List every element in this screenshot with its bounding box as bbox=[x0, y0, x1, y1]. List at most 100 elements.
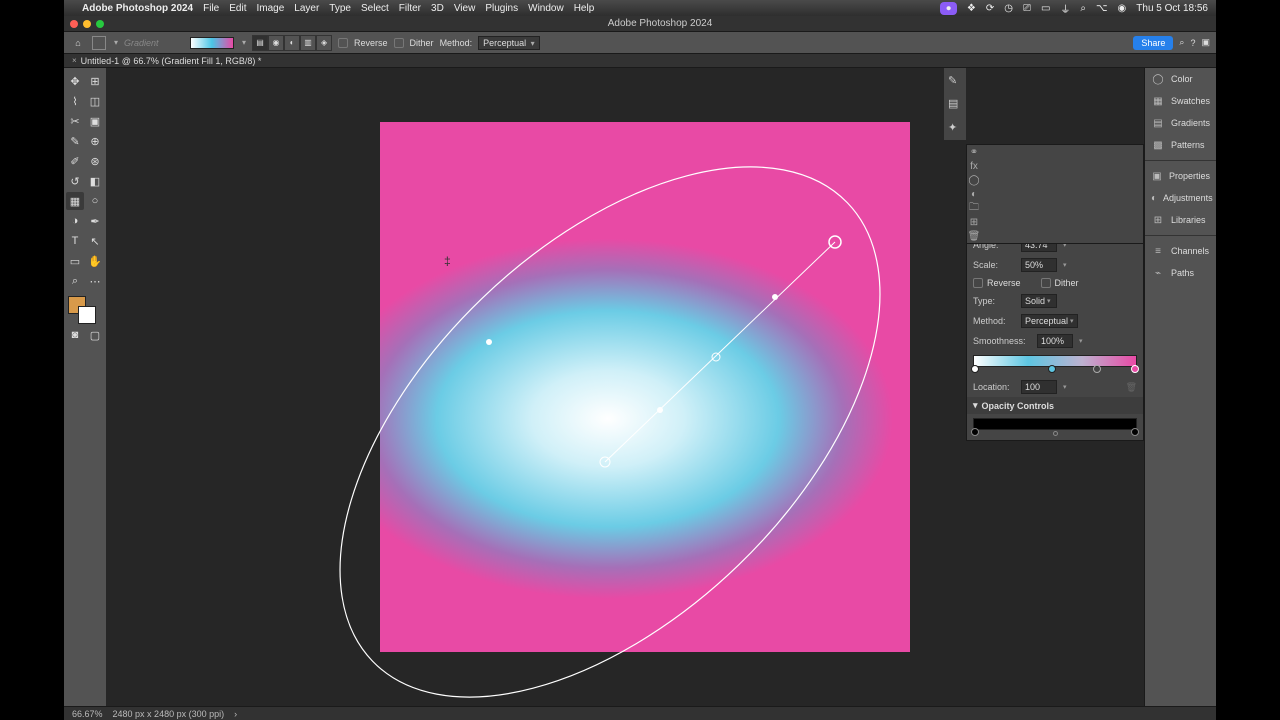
opacity-stop-1[interactable] bbox=[971, 428, 979, 436]
background-color[interactable] bbox=[78, 306, 96, 324]
zoom-tool[interactable]: ⌕ bbox=[66, 272, 84, 290]
brush-panel-icon[interactable]: ✎ bbox=[948, 74, 962, 87]
blur-tool[interactable]: ○ bbox=[86, 192, 104, 210]
midpoint-stop[interactable] bbox=[1093, 365, 1101, 373]
hand-tool[interactable]: ✋ bbox=[86, 252, 104, 270]
doc-info[interactable]: 2480 px x 2480 px (300 ppi) bbox=[113, 709, 225, 719]
dock-adjustments[interactable]: ◐Adjustments bbox=[1145, 187, 1216, 209]
tool-preset-icon[interactable] bbox=[92, 36, 106, 50]
quickmask-icon[interactable]: ◙ bbox=[66, 326, 84, 344]
menubar-clock[interactable]: Thu 5 Oct 18:56 bbox=[1136, 3, 1208, 14]
crop-tool[interactable]: ✂ bbox=[66, 112, 84, 130]
link-icon[interactable]: ⚭ bbox=[967, 145, 981, 159]
control-center-icon[interactable]: ⌥ bbox=[1096, 3, 1108, 14]
gradient-tool[interactable]: ▦ bbox=[66, 192, 84, 210]
menu-image[interactable]: Image bbox=[256, 3, 284, 14]
menu-edit[interactable]: Edit bbox=[229, 3, 246, 14]
menu-file[interactable]: File bbox=[203, 3, 219, 14]
trash-icon[interactable]: 🗑 bbox=[1126, 382, 1137, 393]
reverse-checkbox[interactable] bbox=[338, 38, 348, 48]
screen-icon[interactable]: ⎚ bbox=[1023, 3, 1031, 14]
spotlight-icon[interactable]: ⌕ bbox=[1080, 3, 1086, 14]
swatch-panel-icon[interactable]: ▤ bbox=[948, 97, 962, 110]
opacity-stop-2[interactable] bbox=[1131, 428, 1139, 436]
clone-tool[interactable]: ⊛ bbox=[86, 152, 104, 170]
method-select[interactable]: Perceptual ▾ bbox=[478, 36, 540, 50]
selection-tool[interactable]: ◫ bbox=[86, 92, 104, 110]
canvas-area[interactable]: ‡ ✎ ▤ ✦ Properties Adjustments Libraries… bbox=[106, 68, 1216, 706]
reflected-gradient-button[interactable]: ▥ bbox=[300, 35, 316, 51]
home-icon[interactable]: ⌂ bbox=[70, 35, 86, 51]
new-layer-icon[interactable]: ⊞ bbox=[967, 215, 981, 229]
chevron-down-icon[interactable]: ▾ bbox=[1063, 261, 1067, 269]
chevron-down-icon[interactable]: ▾ bbox=[1079, 337, 1083, 345]
close-window-icon[interactable] bbox=[70, 20, 78, 28]
history-brush-tool[interactable]: ↺ bbox=[66, 172, 84, 190]
canvas[interactable]: ‡ bbox=[380, 122, 910, 652]
chevron-down-icon[interactable]: ▾ bbox=[1063, 383, 1067, 391]
color-wells[interactable] bbox=[66, 296, 104, 324]
frame-tool[interactable]: ▣ bbox=[86, 112, 104, 130]
siri-icon[interactable]: ◉ bbox=[1118, 3, 1127, 14]
record-pill-icon[interactable]: ⏺ bbox=[940, 2, 957, 15]
menu-plugins[interactable]: Plugins bbox=[485, 3, 518, 14]
document-tab[interactable]: × Untitled-1 @ 66.7% (Gradient Fill 1, R… bbox=[64, 56, 269, 66]
brush-tool[interactable]: ✐ bbox=[66, 152, 84, 170]
wifi-icon[interactable]: ⏚ bbox=[1060, 1, 1070, 16]
dock-paths[interactable]: ⌁Paths bbox=[1145, 262, 1216, 284]
libraries-panel-icon[interactable]: ✦ bbox=[948, 121, 962, 134]
artboard-tool[interactable]: ⊞ bbox=[86, 72, 104, 90]
gradient-preview[interactable] bbox=[190, 37, 234, 49]
type-tool[interactable]: T bbox=[66, 232, 84, 250]
menu-help[interactable]: Help bbox=[574, 3, 595, 14]
dither-checkbox[interactable] bbox=[1041, 278, 1051, 288]
share-button[interactable]: Share bbox=[1133, 36, 1173, 50]
menu-view[interactable]: View bbox=[454, 3, 476, 14]
edit-toolbar[interactable]: ⋯ bbox=[86, 272, 104, 290]
mask-icon[interactable]: ◯ bbox=[967, 173, 981, 187]
dock-properties[interactable]: ▣Properties bbox=[1145, 165, 1216, 187]
lasso-tool[interactable]: ⌇ bbox=[66, 92, 84, 110]
angle-gradient-button[interactable]: ◐ bbox=[284, 35, 300, 51]
trash-icon[interactable]: 🗑 bbox=[967, 229, 981, 243]
diamond-gradient-button[interactable]: ◈ bbox=[316, 35, 332, 51]
move-tool[interactable]: ✥ bbox=[66, 72, 84, 90]
zoom-level[interactable]: 66.67% bbox=[72, 709, 103, 719]
type-select[interactable]: Solid▾ bbox=[1021, 294, 1057, 308]
pen-tool[interactable]: ✒ bbox=[86, 212, 104, 230]
dock-swatches[interactable]: ▦Swatches bbox=[1145, 90, 1216, 112]
maximize-window-icon[interactable] bbox=[96, 20, 104, 28]
location-input[interactable]: 100 bbox=[1021, 380, 1057, 394]
heal-tool[interactable]: ⊕ bbox=[86, 132, 104, 150]
radial-gradient-button[interactable]: ◉ bbox=[268, 35, 284, 51]
dock-color[interactable]: ◯Color bbox=[1145, 68, 1216, 90]
path-tool[interactable]: ↖ bbox=[86, 232, 104, 250]
opacity-midpoint[interactable] bbox=[1053, 431, 1058, 436]
method-select[interactable]: Perceptual▾ bbox=[1021, 314, 1078, 328]
search-icon[interactable]: ⌕ bbox=[1179, 37, 1184, 48]
linear-gradient-button[interactable]: ▤ bbox=[252, 35, 268, 51]
dock-gradients[interactable]: ▤Gradients bbox=[1145, 112, 1216, 134]
dock-libraries[interactable]: ⊞Libraries bbox=[1145, 209, 1216, 231]
minimize-window-icon[interactable] bbox=[83, 20, 91, 28]
folder-icon[interactable]: 🗀 bbox=[967, 201, 981, 215]
app-name[interactable]: Adobe Photoshop 2024 bbox=[82, 3, 193, 14]
dock-patterns[interactable]: ▩Patterns bbox=[1145, 134, 1216, 156]
smoothness-input[interactable]: 100% bbox=[1037, 334, 1073, 348]
color-stop-3[interactable] bbox=[1131, 365, 1139, 373]
opacity-slider[interactable] bbox=[973, 418, 1137, 430]
dock-channels[interactable]: ≡Channels bbox=[1145, 240, 1216, 262]
help-icon[interactable]: ? bbox=[1190, 38, 1195, 48]
scale-input[interactable]: 50% bbox=[1021, 258, 1057, 272]
menu-layer[interactable]: Layer bbox=[294, 3, 319, 14]
battery-icon[interactable]: ▭ bbox=[1041, 3, 1050, 14]
menu-select[interactable]: Select bbox=[361, 3, 389, 14]
menu-3d[interactable]: 3D bbox=[431, 3, 444, 14]
menu-filter[interactable]: Filter bbox=[399, 3, 421, 14]
chevron-down-icon[interactable]: ▾ bbox=[242, 38, 246, 47]
gradient-color-slider[interactable] bbox=[973, 355, 1137, 367]
menu-type[interactable]: Type bbox=[329, 3, 351, 14]
color-stop-1[interactable] bbox=[971, 365, 979, 373]
clock-icon[interactable]: ◷ bbox=[1004, 3, 1013, 14]
opacity-controls-header[interactable]: ▾Opacity Controls bbox=[967, 397, 1143, 414]
